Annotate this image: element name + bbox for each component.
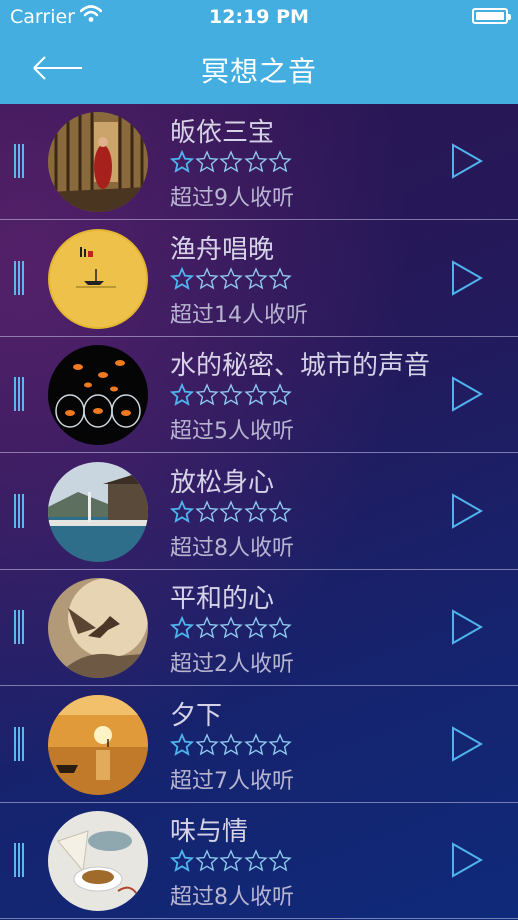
play-icon <box>452 376 484 412</box>
star-icon[interactable] <box>219 266 243 291</box>
rating-stars[interactable] <box>170 150 293 176</box>
navigation-bar: 冥想之音 <box>0 34 518 104</box>
star-icon[interactable] <box>194 150 219 174</box>
drag-handle-icon[interactable] <box>14 493 26 528</box>
star-icon[interactable] <box>243 499 268 524</box>
star-icon[interactable] <box>219 732 243 757</box>
star-icon[interactable] <box>243 849 268 873</box>
track-row[interactable]: 渔舟唱晚超过14人收听 <box>0 221 518 337</box>
track-thumbnail <box>48 811 148 911</box>
drag-handle-icon[interactable] <box>14 843 26 877</box>
play-icon <box>452 725 484 762</box>
header: Carrier 12:19 PM 冥想之音 <box>0 0 518 104</box>
play-icon <box>452 259 484 296</box>
page-title: 冥想之音 <box>200 55 317 88</box>
star-icon[interactable] <box>243 732 268 757</box>
track-title: 平和的心 <box>170 584 275 614</box>
track-title: 夕下 <box>170 700 223 731</box>
play-button[interactable] <box>450 375 484 413</box>
track-thumbnail <box>48 694 148 795</box>
track-row[interactable]: 皈依三宝超过9人收听 <box>0 104 518 220</box>
star-icon[interactable] <box>170 732 194 757</box>
listener-count: 超过9人收听 <box>170 186 294 211</box>
track-row[interactable]: 平和的心超过2人收听 <box>0 570 518 686</box>
star-icon[interactable] <box>268 616 292 640</box>
app-screen: Carrier 12:19 PM 冥想之音 皈依三宝 超过9人收听 渔舟唱晚 超… <box>0 0 518 920</box>
star-icon[interactable] <box>268 732 292 757</box>
rating-stars[interactable] <box>170 266 293 293</box>
track-thumbnail <box>48 228 148 329</box>
star-icon[interactable] <box>268 150 292 174</box>
play-button[interactable] <box>450 841 484 879</box>
drag-handle-icon[interactable] <box>14 260 26 295</box>
star-icon[interactable] <box>219 150 243 174</box>
rating-stars[interactable] <box>170 499 293 526</box>
track-title: 渔舟唱晚 <box>170 234 275 265</box>
star-icon[interactable] <box>268 383 292 407</box>
play-button[interactable] <box>450 492 484 530</box>
track-thumbnail <box>48 112 148 212</box>
star-icon[interactable] <box>243 150 268 174</box>
star-icon[interactable] <box>243 383 268 407</box>
track-thumbnail <box>48 578 148 678</box>
star-icon[interactable] <box>170 616 194 640</box>
drag-handle-icon[interactable] <box>14 144 26 178</box>
track-thumbnail <box>48 345 148 445</box>
star-icon[interactable] <box>194 266 219 291</box>
play-icon <box>452 492 484 529</box>
star-icon[interactable] <box>194 732 219 757</box>
battery-icon <box>472 8 511 24</box>
play-icon <box>452 842 484 878</box>
star-icon[interactable] <box>170 383 194 407</box>
star-icon[interactable] <box>170 266 194 291</box>
play-button[interactable] <box>450 142 484 180</box>
track-thumbnail <box>48 461 148 562</box>
star-icon[interactable] <box>219 383 243 407</box>
track-title: 皈依三宝 <box>170 118 275 148</box>
star-icon[interactable] <box>243 266 268 291</box>
listener-count: 超过2人收听 <box>170 652 294 677</box>
star-icon[interactable] <box>219 849 243 873</box>
track-list[interactable]: 皈依三宝 超过9人收听 渔舟唱晚 超过14人收听 水的秘密、城市的声音 超过5人收听 … <box>0 104 518 920</box>
status-bar: Carrier 12:19 PM <box>0 0 518 34</box>
listener-count: 超过8人收听 <box>170 535 294 561</box>
star-icon[interactable] <box>268 266 292 291</box>
star-icon[interactable] <box>170 150 194 174</box>
track-row[interactable]: 水的秘密、城市的声音超过5人收听 <box>0 337 518 453</box>
listener-count: 超过8人收听 <box>170 885 294 910</box>
rating-stars[interactable] <box>170 383 293 409</box>
drag-handle-icon[interactable] <box>14 610 26 644</box>
star-icon[interactable] <box>268 499 292 524</box>
listener-count: 超过14人收听 <box>170 302 308 328</box>
track-row[interactable]: 夕下超过7人收听 <box>0 687 518 803</box>
rating-stars[interactable] <box>170 616 293 642</box>
play-button[interactable] <box>450 725 484 763</box>
play-icon <box>452 143 484 179</box>
star-icon[interactable] <box>219 616 243 640</box>
track-title: 水的秘密、城市的声音 <box>170 351 431 381</box>
play-button[interactable] <box>450 259 484 297</box>
track-title: 味与情 <box>170 817 249 847</box>
star-icon[interactable] <box>194 849 219 873</box>
rating-stars[interactable] <box>170 849 293 875</box>
star-icon[interactable] <box>219 499 243 524</box>
play-icon <box>452 609 484 645</box>
track-title: 放松身心 <box>170 467 275 498</box>
star-icon[interactable] <box>170 849 194 873</box>
star-icon[interactable] <box>194 383 219 407</box>
listener-count: 超过7人收听 <box>170 768 294 794</box>
drag-handle-icon[interactable] <box>14 726 26 761</box>
star-icon[interactable] <box>170 499 194 524</box>
star-icon[interactable] <box>243 616 268 640</box>
listener-count: 超过5人收听 <box>170 419 294 444</box>
track-row[interactable]: 放松身心超过8人收听 <box>0 454 518 570</box>
star-icon[interactable] <box>194 499 219 524</box>
star-icon[interactable] <box>194 616 219 640</box>
play-button[interactable] <box>450 608 484 646</box>
star-icon[interactable] <box>268 849 292 873</box>
clock: 12:19 PM <box>209 6 309 28</box>
track-row[interactable]: 味与情超过8人收听 <box>0 803 518 919</box>
drag-handle-icon[interactable] <box>14 377 26 411</box>
rating-stars[interactable] <box>170 732 293 759</box>
